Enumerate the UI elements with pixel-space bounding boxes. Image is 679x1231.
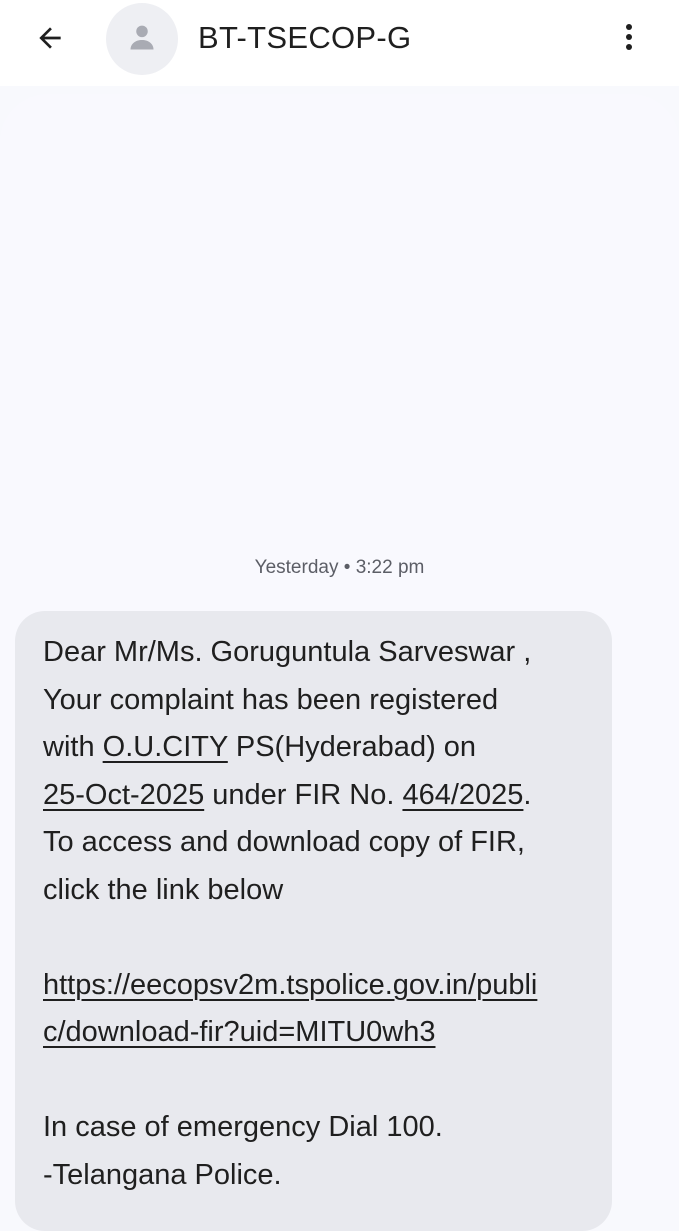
message-text-fragment: under FIR No. bbox=[204, 778, 403, 811]
avatar[interactable] bbox=[106, 3, 178, 75]
message-text-fragment: PS(Hyderabad) on bbox=[227, 731, 477, 763]
fir-download-link-part2[interactable]: c/download-fir?uid=MITU0wh3 bbox=[43, 1016, 436, 1048]
arrow-back-icon bbox=[34, 22, 66, 59]
message-line: 25-Oct-2025 under FIR No. 464/2025. bbox=[43, 772, 603, 820]
more-options-button[interactable] bbox=[606, 14, 652, 64]
timestamp-time: 3:22 pm bbox=[355, 557, 425, 578]
more-vert-icon bbox=[623, 22, 635, 57]
top-app-bar: BT-TSECOP-G bbox=[0, 0, 679, 86]
message-line: click the link below bbox=[43, 873, 284, 906]
message-text: Dear Mr/Ms. Goruguntula Sarveswar , Your… bbox=[43, 629, 603, 1199]
message-text-fragment: . bbox=[523, 778, 532, 811]
message-line: with O.U.CITY PS(Hyderabad) on bbox=[43, 724, 603, 772]
message-line: To access and download copy of FIR, bbox=[43, 826, 525, 858]
message-line: https://eecopsv2m.tspolice.gov.in/publi bbox=[43, 962, 603, 1010]
back-button[interactable] bbox=[28, 18, 72, 62]
person-icon bbox=[127, 22, 157, 57]
message-line-emergency: In case of emergency Dial 100. bbox=[43, 1111, 443, 1143]
message-timestamp: Yesterday • 3:22 pm bbox=[0, 555, 679, 581]
fir-download-link-part1[interactable]: https://eecopsv2m.tspolice.gov.in/publi bbox=[43, 969, 537, 1001]
timestamp-separator: • bbox=[343, 557, 351, 578]
timestamp-day: Yesterday bbox=[254, 557, 339, 578]
contact-name[interactable]: BT-TSECOP-G bbox=[198, 18, 411, 58]
message-text-fragment: with bbox=[43, 731, 103, 763]
message-line-greeting: Dear Mr/Ms. Goruguntula Sarveswar , bbox=[43, 636, 532, 668]
message-line: c/download-fir?uid=MITU0wh3 bbox=[43, 1009, 603, 1057]
message-line: Your complaint has been registered bbox=[43, 683, 499, 716]
police-station-link[interactable]: O.U.CITY bbox=[103, 731, 228, 763]
fir-number-link[interactable]: 464/2025 bbox=[402, 779, 523, 811]
date-link[interactable]: 25-Oct-2025 bbox=[43, 779, 204, 811]
message-line-signature: -Telangana Police. bbox=[43, 1158, 282, 1191]
